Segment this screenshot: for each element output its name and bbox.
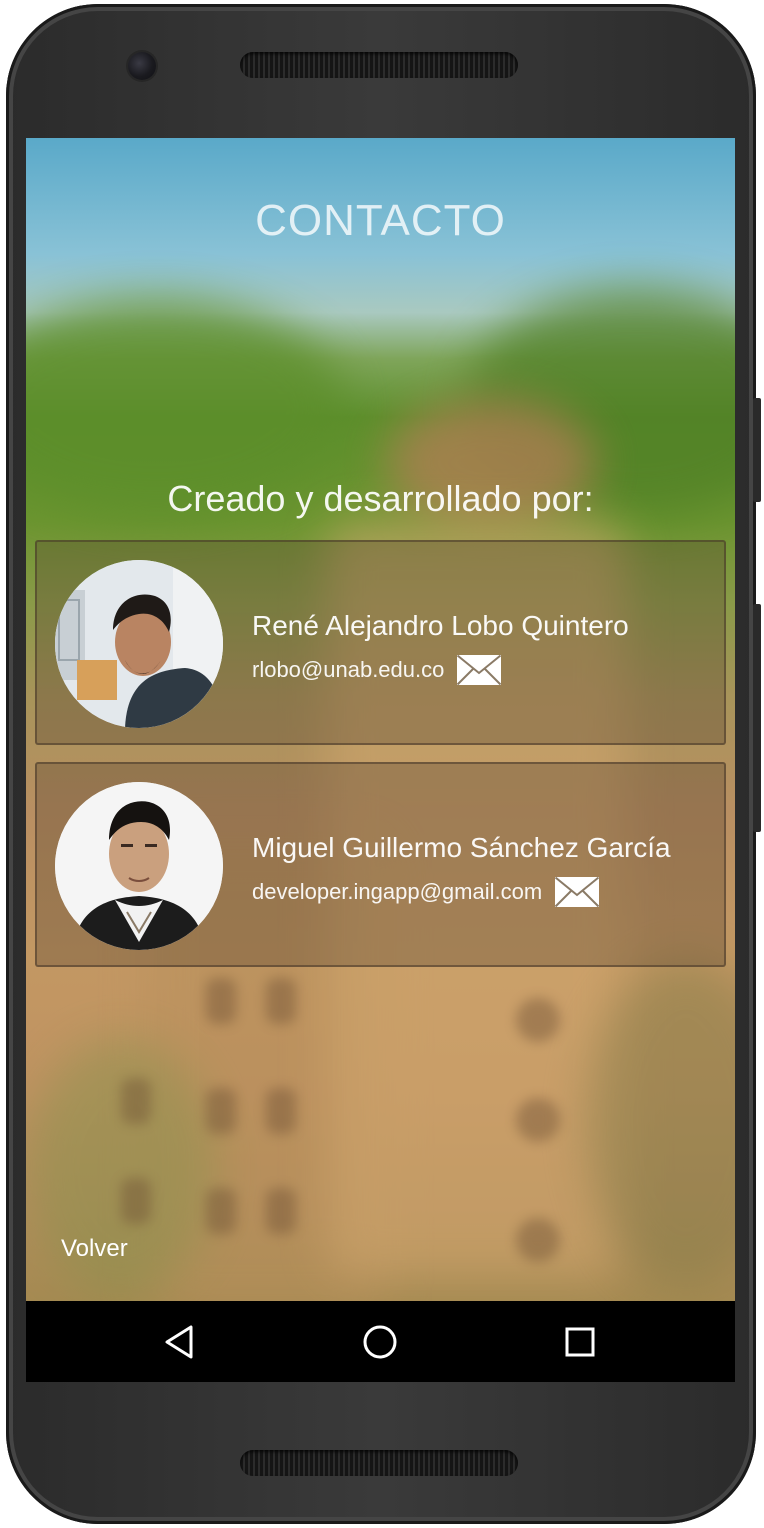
credits-heading: Creado y desarrollado por: bbox=[167, 478, 594, 519]
nav-home-button[interactable] bbox=[361, 1323, 399, 1361]
background-window bbox=[266, 978, 296, 1024]
developer-email[interactable]: rlobo@unab.edu.co bbox=[252, 657, 444, 683]
contact-screen: CONTACTO Creado y desarrollado por: René… bbox=[26, 138, 735, 1301]
developer-card: René Alejandro Lobo Quintero rlobo@unab.… bbox=[35, 540, 726, 745]
contact-row: developer.ingapp@gmail.com bbox=[252, 876, 600, 908]
envelope-icon[interactable] bbox=[554, 876, 600, 908]
background-window bbox=[516, 998, 560, 1042]
avatar bbox=[55, 560, 223, 728]
developer-name: Miguel Guillermo Sánchez García bbox=[252, 832, 671, 863]
contact-row: rlobo@unab.edu.co bbox=[252, 654, 502, 686]
nav-back-button[interactable] bbox=[162, 1323, 200, 1361]
background-window bbox=[516, 1218, 560, 1262]
power-button bbox=[753, 398, 761, 502]
background-window bbox=[266, 1188, 296, 1234]
background-window bbox=[206, 1188, 236, 1234]
volume-button bbox=[753, 604, 761, 832]
back-button[interactable]: Volver bbox=[61, 1235, 128, 1263]
triangle-back-icon bbox=[165, 1325, 193, 1359]
device-screen: CONTACTO Creado y desarrollado por: René… bbox=[26, 138, 735, 1382]
background-window bbox=[121, 1178, 151, 1224]
developer-name: René Alejandro Lobo Quintero bbox=[252, 610, 629, 641]
background-window bbox=[206, 978, 236, 1024]
background-window bbox=[516, 1098, 560, 1142]
system-navigation-bar bbox=[26, 1301, 735, 1382]
square-recent-icon bbox=[565, 1327, 595, 1357]
front-camera bbox=[128, 52, 156, 80]
earpiece-speaker bbox=[240, 52, 518, 78]
nav-recent-apps-button[interactable] bbox=[561, 1323, 599, 1361]
envelope-icon[interactable] bbox=[456, 654, 502, 686]
avatar bbox=[55, 782, 223, 950]
background-window bbox=[121, 1078, 151, 1124]
circle-home-icon bbox=[363, 1325, 397, 1359]
developer-email[interactable]: developer.ingapp@gmail.com bbox=[252, 879, 542, 905]
bottom-speaker bbox=[240, 1450, 518, 1476]
developer-card: Miguel Guillermo Sánchez García develope… bbox=[35, 762, 726, 967]
background-window bbox=[266, 1088, 296, 1134]
background-window bbox=[206, 1088, 236, 1134]
page-title: CONTACTO bbox=[255, 196, 506, 245]
